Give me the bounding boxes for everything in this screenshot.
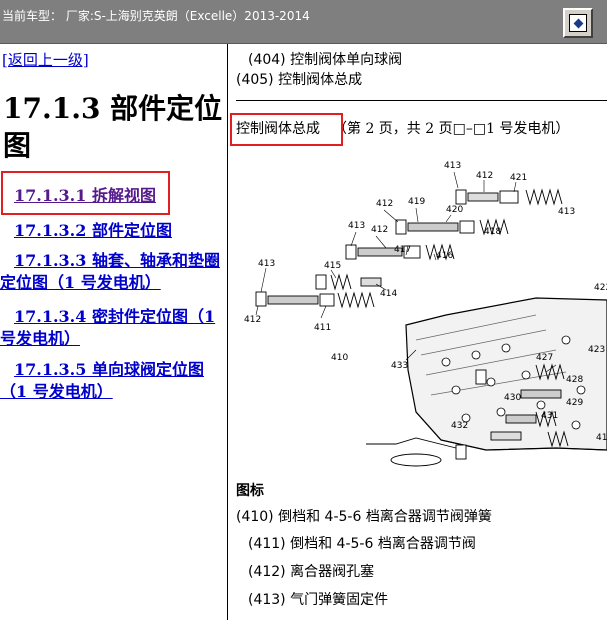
part-item: (404) 控制阀体单向球阀 <box>248 52 403 68</box>
callout-number: 414 <box>380 289 397 299</box>
callout-number: 413 <box>558 207 575 217</box>
title-bar: 当前车型： 厂家:S-上海别克英朗（Excelle）2013-2014 <box>0 0 607 44</box>
callout-number: 412 <box>244 315 261 325</box>
callout-number: 413 <box>596 433 607 443</box>
part-item: (405) 控制阀体总成 <box>236 72 363 88</box>
nav-link-bushing-locator[interactable]: 17.1.3.3 轴套、轴承和垫圈定位图（1 号发电机） <box>0 250 222 294</box>
callout-number: 415 <box>324 261 341 271</box>
nav-link-checkball-locator[interactable]: 17.1.3.5 单向球阀定位图（1 号发电机） <box>0 359 222 403</box>
navigation-pane: [返回上一级] 17.1.3 部件定位图 17.1.3.1 拆解视图 17.1.… <box>0 44 227 620</box>
callout-number: 413 <box>258 259 275 269</box>
callout-number: 412 <box>376 199 393 209</box>
callout-number: 411 <box>314 323 331 333</box>
callout-number: 417 <box>394 245 411 255</box>
nav-link-component-locator[interactable]: 17.1.3.2 部件定位图 <box>14 220 227 242</box>
callout-number: 429 <box>566 398 583 408</box>
callout-number: 412 <box>371 225 388 235</box>
valve-body-exploded-diagram: 413 412 421 413 412 419 420 418 413 412 … <box>244 161 607 467</box>
callout-number: 413 <box>444 161 461 171</box>
callout-number: 431 <box>541 411 558 421</box>
legend-heading: 图标 <box>236 483 264 499</box>
nav-link-exploded-view[interactable]: 17.1.3.1 拆解视图 <box>14 185 227 207</box>
callout-number: 421 <box>510 173 527 183</box>
callout-number: 413 <box>348 221 365 231</box>
callout-number: 422 <box>594 283 607 293</box>
divider-line <box>236 100 607 101</box>
callout-number: 416 <box>436 251 453 261</box>
legend-item: (413) 气门弹簧固定件 <box>248 592 389 608</box>
callout-number: 432 <box>451 421 468 431</box>
callout-number: 433 <box>391 361 408 371</box>
callout-number: 430 <box>504 393 521 403</box>
diamond-icon <box>569 14 587 32</box>
toggle-pane-button[interactable] <box>563 8 593 38</box>
callout-number: 428 <box>566 375 583 385</box>
callout-number: 418 <box>484 227 501 237</box>
content-pane: (404) 控制阀体单向球阀 (405) 控制阀体总成 控制阀体总成 （第 2 … <box>228 44 607 620</box>
callout-number: 412 <box>476 171 493 181</box>
page-info: （第 2 页，共 2 页□–□1 号发电机） <box>333 121 570 137</box>
window-title: 当前车型： 厂家:S-上海别克英朗（Excelle）2013-2014 <box>2 9 310 23</box>
legend-item: (412) 离合器阀孔塞 <box>248 564 375 580</box>
callout-number: 410 <box>331 353 348 363</box>
callout-number: 419 <box>408 197 425 207</box>
highlight-box <box>230 113 343 146</box>
callout-number: 427 <box>536 353 553 363</box>
legend-item: (410) 倒档和 4-5-6 档离合器调节阀弹簧 <box>236 509 492 525</box>
page-title: 17.1.3 部件定位图 <box>3 92 223 162</box>
callout-number: 423 <box>588 345 605 355</box>
back-link[interactable]: [返回上一级] <box>2 49 89 70</box>
legend-item: (411) 倒档和 4-5-6 档离合器调节阀 <box>248 536 476 552</box>
callout-number: 420 <box>446 205 463 215</box>
nav-link-seal-locator[interactable]: 17.1.3.4 密封件定位图（1 号发电机） <box>0 306 222 350</box>
